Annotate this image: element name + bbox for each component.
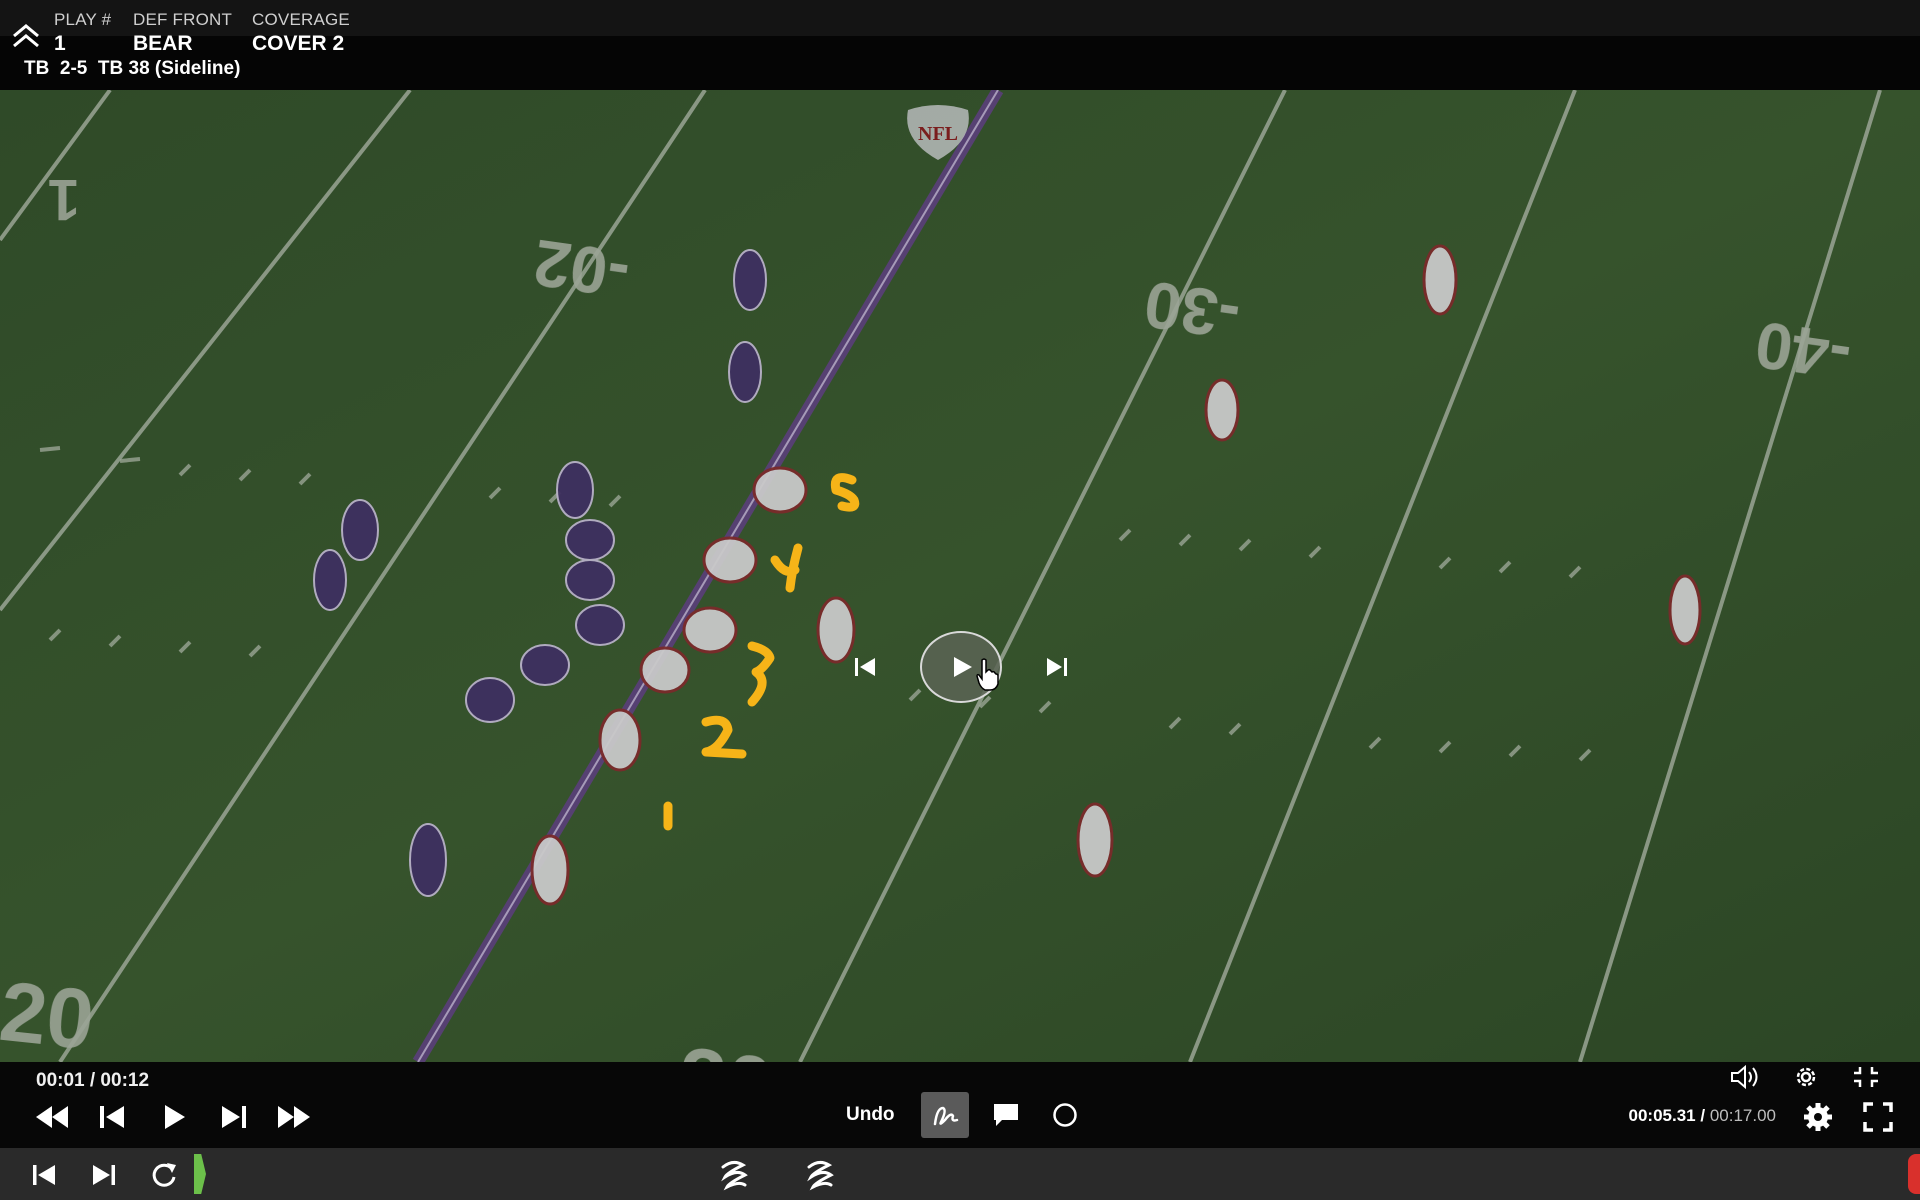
def-front-value: BEAR bbox=[133, 32, 193, 55]
settings-button[interactable] bbox=[1798, 1096, 1838, 1138]
step-forward-button[interactable] bbox=[216, 1096, 252, 1138]
yard-number: -40 bbox=[1751, 307, 1856, 394]
annotation-marker[interactable] bbox=[802, 1156, 838, 1194]
start-marker[interactable] bbox=[194, 1154, 206, 1194]
rewind-icon bbox=[36, 1106, 68, 1128]
elapsed-time: 00:05.31 bbox=[1628, 1106, 1696, 1125]
draw-tool-button[interactable] bbox=[921, 1092, 969, 1138]
volume-icon bbox=[1731, 1064, 1758, 1090]
yard-number: -30 bbox=[1140, 267, 1245, 354]
undo-button[interactable]: Undo bbox=[846, 1104, 895, 1126]
clip-time: 00:01 / 00:12 bbox=[36, 1070, 150, 1091]
play-number-value: 1 bbox=[54, 32, 66, 55]
exit-fullscreen-button[interactable] bbox=[1846, 1062, 1886, 1092]
next-frame-button[interactable] bbox=[1042, 652, 1072, 682]
video-player[interactable]: 1 -02 -30 -40 20 -30 NFL bbox=[0, 90, 1920, 1062]
def-front-label: DEF FRONT bbox=[133, 10, 233, 29]
loop-icon bbox=[152, 1163, 176, 1187]
play-number-label: PLAY # bbox=[54, 10, 112, 29]
clip-navigation-bar bbox=[0, 1148, 1920, 1200]
yard-number: 1 bbox=[48, 167, 80, 232]
skip-end-icon bbox=[93, 1165, 115, 1185]
svg-text:NFL: NFL bbox=[918, 123, 958, 145]
coverage: COVERAGE COVER 2 bbox=[252, 10, 350, 56]
top-info-bar: PLAY # 1 DEF FRONT BEAR COVERAGE COVER 2… bbox=[0, 0, 1920, 90]
first-clip-button[interactable] bbox=[26, 1158, 62, 1192]
collapse-button[interactable] bbox=[10, 22, 42, 50]
step-back-icon bbox=[100, 1106, 124, 1128]
circle-tool-button[interactable] bbox=[1045, 1092, 1085, 1138]
volume-button[interactable] bbox=[1726, 1062, 1766, 1092]
def-front: DEF FRONT BEAR bbox=[133, 10, 232, 56]
loop-button[interactable] bbox=[146, 1158, 182, 1192]
step-back-button[interactable] bbox=[94, 1096, 130, 1138]
time-separator: / bbox=[1695, 1106, 1710, 1125]
last-clip-button[interactable] bbox=[86, 1158, 122, 1192]
gear-icon bbox=[1796, 1067, 1816, 1087]
hand-cursor-icon bbox=[976, 658, 999, 691]
play-icon bbox=[165, 1105, 185, 1129]
fast-forward-button[interactable] bbox=[274, 1096, 314, 1138]
fullscreen-button[interactable] bbox=[1858, 1096, 1898, 1138]
fast-forward-icon bbox=[278, 1106, 310, 1128]
circle-icon bbox=[1053, 1103, 1077, 1127]
skip-start-icon bbox=[33, 1165, 55, 1185]
step-forward-icon bbox=[222, 1106, 246, 1128]
chevron-up-icon bbox=[13, 24, 39, 48]
skip-back-icon bbox=[855, 658, 875, 676]
football-field-frame: 1 -02 -30 -40 20 -30 NFL bbox=[0, 90, 1920, 1062]
rewind-button[interactable] bbox=[32, 1096, 72, 1138]
comment-icon bbox=[994, 1104, 1018, 1126]
play-number: PLAY # 1 bbox=[54, 10, 111, 56]
end-marker[interactable] bbox=[1908, 1154, 1920, 1194]
skip-forward-icon bbox=[1047, 658, 1067, 676]
gear-icon bbox=[1804, 1103, 1832, 1131]
exit-fullscreen-icon bbox=[1854, 1067, 1878, 1087]
game-situation: TB 2-5 TB 38 (Sideline) bbox=[24, 58, 241, 79]
settings-button-small[interactable] bbox=[1786, 1062, 1826, 1092]
total-duration: 00:17.00 bbox=[1709, 1106, 1776, 1125]
comment-tool-button[interactable] bbox=[986, 1092, 1026, 1138]
draw-icon bbox=[933, 1106, 959, 1126]
fullscreen-icon bbox=[1863, 1102, 1893, 1132]
total-time-display: 00:05.31 / 00:17.00 bbox=[1629, 1106, 1776, 1126]
yard-number: -02 bbox=[529, 226, 634, 313]
coverage-label: COVERAGE bbox=[252, 10, 350, 29]
marker-icon bbox=[807, 1160, 834, 1191]
yard-number: 20 bbox=[0, 964, 98, 1062]
marker-icon bbox=[721, 1160, 748, 1191]
coverage-value: COVER 2 bbox=[252, 32, 345, 55]
annotation-marker[interactable] bbox=[716, 1156, 752, 1194]
play-button[interactable] bbox=[156, 1096, 192, 1138]
previous-frame-button[interactable] bbox=[850, 652, 880, 682]
playback-controls: 00:01 / 00:12 Undo 00:05.31 / 00:17.00 bbox=[0, 1062, 1920, 1148]
